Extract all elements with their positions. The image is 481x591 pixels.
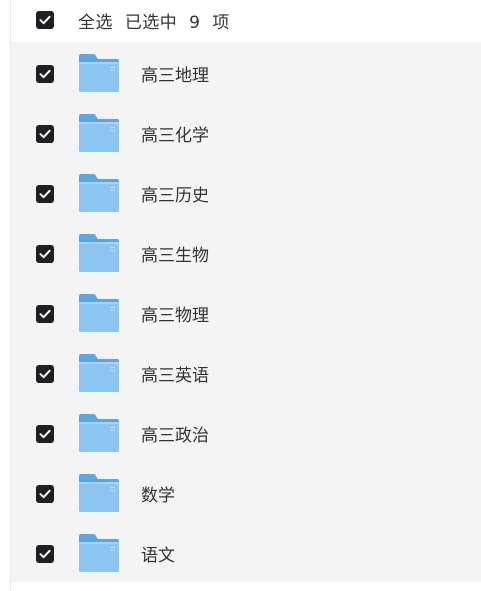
file-row[interactable]: 高三生物 [11,222,481,282]
file-list: 高三地理 高三化学 高三历史 高三生物 高三物理 高三英语 高三政治 数学 语文 [11,42,481,582]
row-checkbox[interactable] [36,125,54,143]
file-name: 数学 [141,486,175,506]
checkmark-icon [39,369,51,379]
checkmark-icon [39,309,51,319]
selected-prefix: 已选中 [124,13,178,33]
checkmark-icon [39,69,51,79]
folder-icon [77,412,121,454]
folder-icon [77,352,121,394]
checkmark-icon [39,15,51,25]
file-name: 高三地理 [141,66,209,86]
file-row[interactable]: 高三物理 [11,282,481,342]
select-all-label[interactable]: 全选 [78,13,113,33]
folder-icon [77,472,121,514]
row-checkbox[interactable] [36,425,54,443]
row-checkbox[interactable] [36,485,54,503]
row-checkbox[interactable] [36,245,54,263]
folder-icon [77,52,121,94]
file-row[interactable]: 语文 [11,522,481,582]
file-row[interactable]: 高三地理 [11,42,481,102]
checkmark-icon [39,189,51,199]
selected-count: 9 [189,13,201,33]
file-row[interactable]: 高三政治 [11,402,481,462]
row-checkbox[interactable] [36,545,54,563]
file-name: 语文 [141,546,175,566]
row-checkbox[interactable] [36,365,54,383]
file-name: 高三物理 [141,306,209,326]
select-all-checkbox[interactable] [36,11,54,29]
folder-icon [77,532,121,574]
folder-icon [77,112,121,154]
folder-icon [77,172,121,214]
checkmark-icon [39,129,51,139]
file-row[interactable]: 高三化学 [11,102,481,162]
selected-suffix: 项 [212,13,230,33]
folder-icon [77,232,121,274]
row-checkbox[interactable] [36,305,54,323]
file-row[interactable]: 高三历史 [11,162,481,222]
checkmark-icon [39,429,51,439]
file-row[interactable]: 高三英语 [11,342,481,402]
file-name: 高三化学 [141,126,209,146]
file-name: 高三生物 [141,246,209,266]
row-checkbox[interactable] [36,65,54,83]
checkmark-icon [39,249,51,259]
file-selection-panel: 全选 已选中 9 项 高三地理 高三化学 高三历史 高三生物 高三物理 高三英语… [10,0,481,591]
checkmark-icon [39,489,51,499]
checkmark-icon [39,549,51,559]
file-name: 高三英语 [141,366,209,386]
file-row[interactable]: 数学 [11,462,481,522]
selection-summary: 全选 已选中 9 项 [78,8,230,33]
select-all-bar: 全选 已选中 9 项 [11,0,481,42]
file-name: 高三历史 [141,186,209,206]
folder-icon [77,292,121,334]
file-name: 高三政治 [141,426,209,446]
row-checkbox[interactable] [36,185,54,203]
list-footer [11,582,481,591]
